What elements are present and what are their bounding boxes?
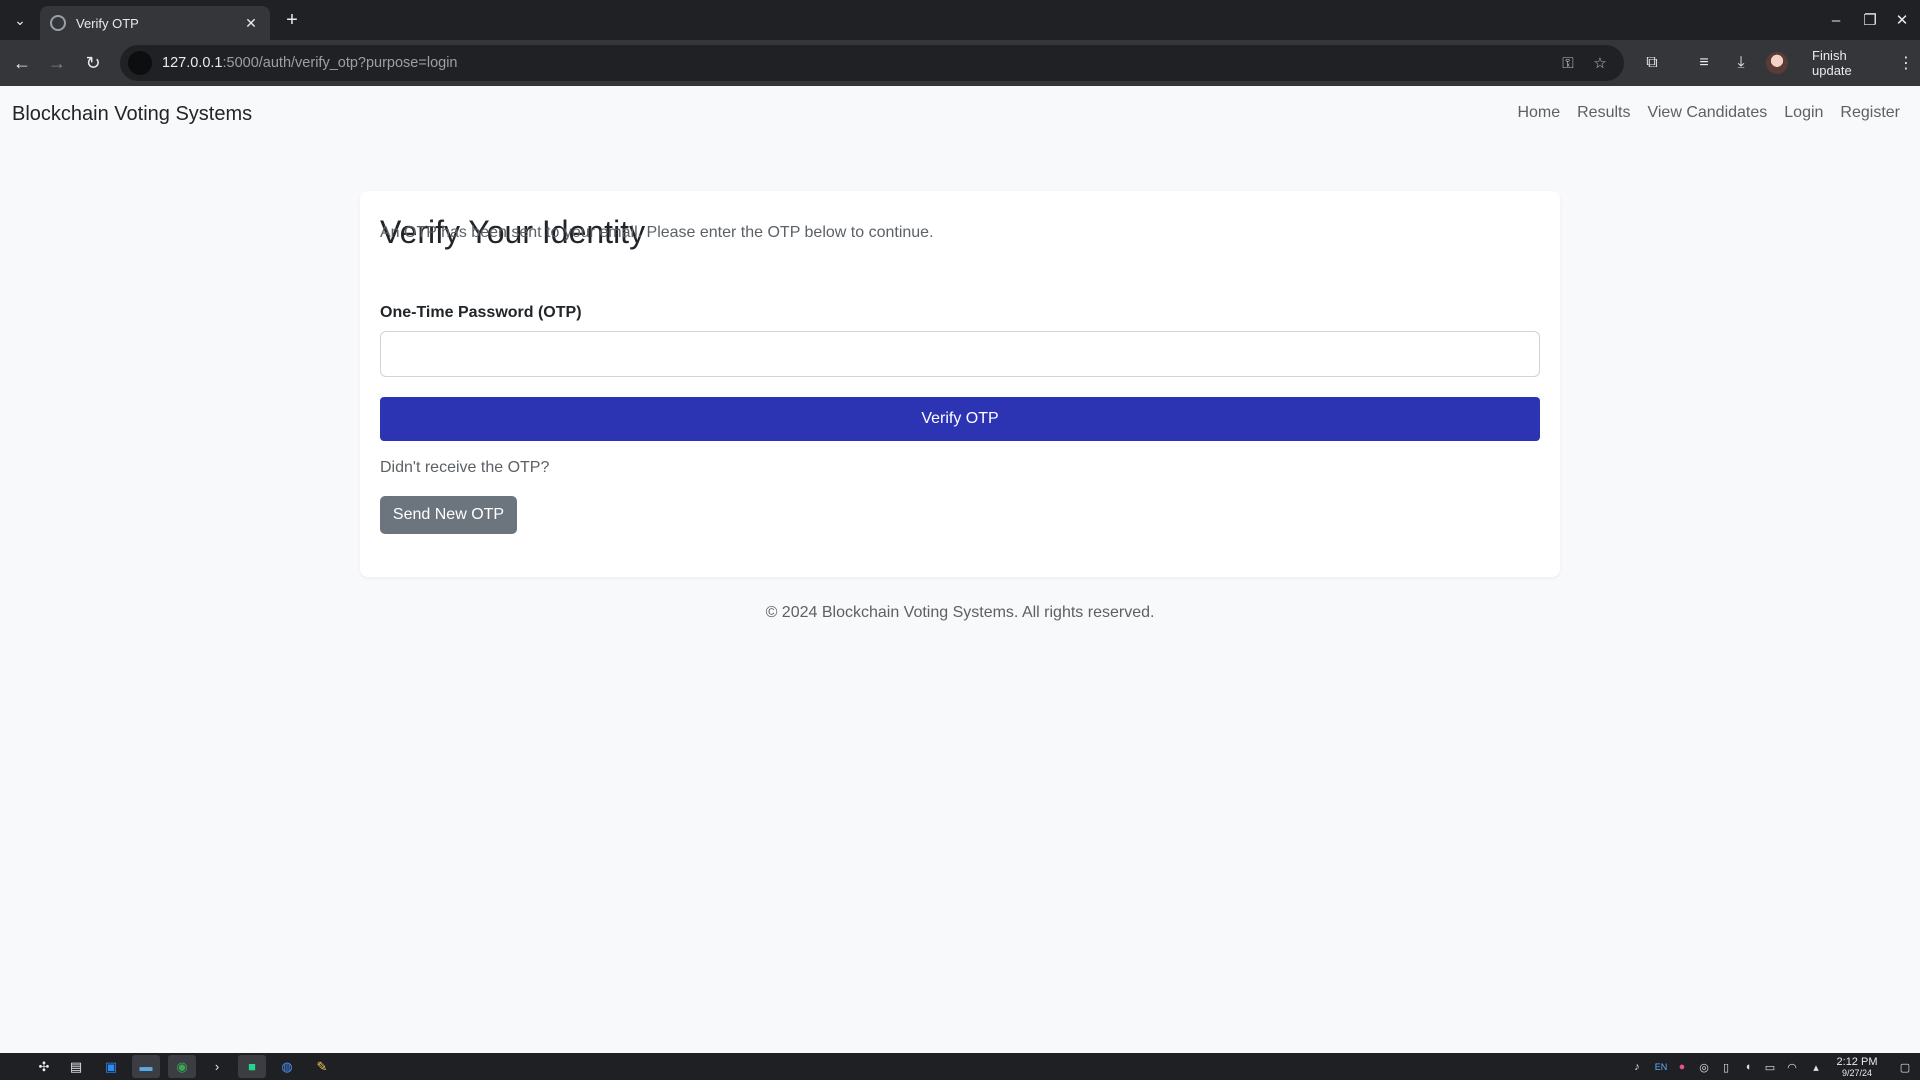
notification-bell-icon[interactable]: ♪ [1628, 1058, 1646, 1076]
notes-icon[interactable]: ✎ [308, 1055, 336, 1078]
media-control-icon[interactable]: ≡ [1691, 50, 1717, 76]
back-button[interactable]: ← [8, 49, 36, 77]
resend-prompt: Didn't receive the OTP? [380, 459, 550, 476]
nav-link-view-candidates[interactable]: View Candidates [1647, 104, 1767, 122]
password-key-icon[interactable]: ⚿ [1556, 51, 1580, 75]
bookmark-star-icon[interactable]: ☆ [1588, 51, 1612, 75]
site-info-icon[interactable] [128, 51, 152, 75]
volume-icon[interactable]: ◖ [1739, 1058, 1757, 1076]
reload-button[interactable]: ↻ [79, 49, 107, 77]
nav-link-home[interactable]: Home [1517, 104, 1560, 122]
otp-input[interactable] [380, 331, 1540, 377]
battery-icon[interactable]: ▭ [1761, 1058, 1779, 1076]
tray-expand-icon[interactable]: ▴ [1807, 1058, 1825, 1076]
web-page: Blockchain Voting Systems Home Results V… [0, 86, 1920, 1053]
browser-tab[interactable]: Verify OTP ✕ [40, 6, 270, 40]
os-taskbar: ✣ ▤ ▣ ▬ ◉ › ■ ◍ ✎ ♪ EN ● ◎ ▯ ◖ ▭ ◠ ▴ 2:1… [0, 1053, 1920, 1080]
close-window-button[interactable]: ✕ [1888, 8, 1916, 32]
keyboard-language[interactable]: EN [1652, 1058, 1670, 1076]
media-player-icon[interactable]: ◎ [1695, 1058, 1713, 1076]
system-clock[interactable]: 2:12 PM 9/27/24 [1826, 1056, 1888, 1078]
profile-avatar[interactable] [1766, 52, 1788, 74]
store-icon[interactable]: ▣ [97, 1055, 125, 1078]
page-footer: © 2024 Blockchain Voting Systems. All ri… [765, 604, 1155, 621]
clock-time: 2:12 PM [1836, 1056, 1878, 1068]
new-tab-button[interactable]: + [280, 8, 304, 32]
url-path: :5000/auth/verify_otp?purpose=login [222, 55, 458, 71]
color-app-icon[interactable]: ● [1673, 1058, 1691, 1076]
finish-update-button[interactable]: Finish update ⋮ [1804, 48, 1914, 78]
clipboard-icon[interactable]: ▯ [1717, 1058, 1735, 1076]
nav-link-results[interactable]: Results [1577, 104, 1630, 122]
nav-link-register[interactable]: Register [1840, 104, 1900, 122]
url-host: 127.0.0.1 [162, 55, 223, 71]
minimize-button[interactable]: – [1822, 8, 1850, 32]
terminal-icon[interactable]: › [203, 1055, 231, 1078]
wifi-icon[interactable]: ◠ [1783, 1058, 1801, 1076]
browser-toolbar: ← → ↻ 127.0.0.1 :5000/auth/verify_otp?pu… [0, 40, 1920, 86]
forward-button[interactable]: → [43, 49, 71, 77]
close-tab-icon[interactable]: ✕ [242, 14, 260, 32]
maximize-button[interactable]: ❐ [1856, 8, 1884, 32]
send-new-otp-button[interactable]: Send New OTP [380, 496, 517, 534]
task-view-icon[interactable]: ▤ [62, 1055, 90, 1078]
site-navbar: Blockchain Voting Systems Home Results V… [0, 86, 1920, 142]
more-menu-icon[interactable]: ⋮ [1898, 53, 1914, 73]
brand-link[interactable]: Blockchain Voting Systems [12, 103, 252, 126]
verify-otp-button[interactable]: Verify OTP [380, 397, 1540, 441]
pycharm-icon[interactable]: ■ [238, 1055, 266, 1078]
extensions-icon[interactable]: ⧉ [1639, 50, 1665, 76]
launcher-icon[interactable]: ✣ [30, 1055, 58, 1078]
verify-otp-card: Verify Your Identity An OTP has been sen… [360, 191, 1560, 577]
downloads-icon[interactable]: ⤓ [1728, 50, 1754, 76]
files-icon[interactable]: ▬ [132, 1055, 160, 1078]
finish-update-label: Finish update [1812, 48, 1852, 78]
tab-list-button[interactable]: ⌄ [6, 8, 34, 32]
nav-link-login[interactable]: Login [1784, 104, 1823, 122]
otp-description: An OTP has been sent to your email. Plea… [380, 224, 934, 241]
address-bar[interactable]: 127.0.0.1 :5000/auth/verify_otp?purpose=… [120, 45, 1624, 81]
browser-icon[interactable]: ◍ [273, 1055, 301, 1078]
nav-links: Home Results View Candidates Login Regis… [1517, 104, 1900, 122]
clock-date: 9/27/24 [1841, 1068, 1873, 1078]
globe-icon [50, 15, 66, 31]
notifications-panel-icon[interactable]: ▢ [1896, 1058, 1914, 1076]
tab-title: Verify OTP [76, 15, 139, 31]
chrome-icon[interactable]: ◉ [168, 1055, 196, 1078]
otp-label: One-Time Password (OTP) [380, 304, 582, 321]
browser-tab-bar: ⌄ Verify OTP ✕ + – ❐ ✕ [0, 0, 1920, 40]
